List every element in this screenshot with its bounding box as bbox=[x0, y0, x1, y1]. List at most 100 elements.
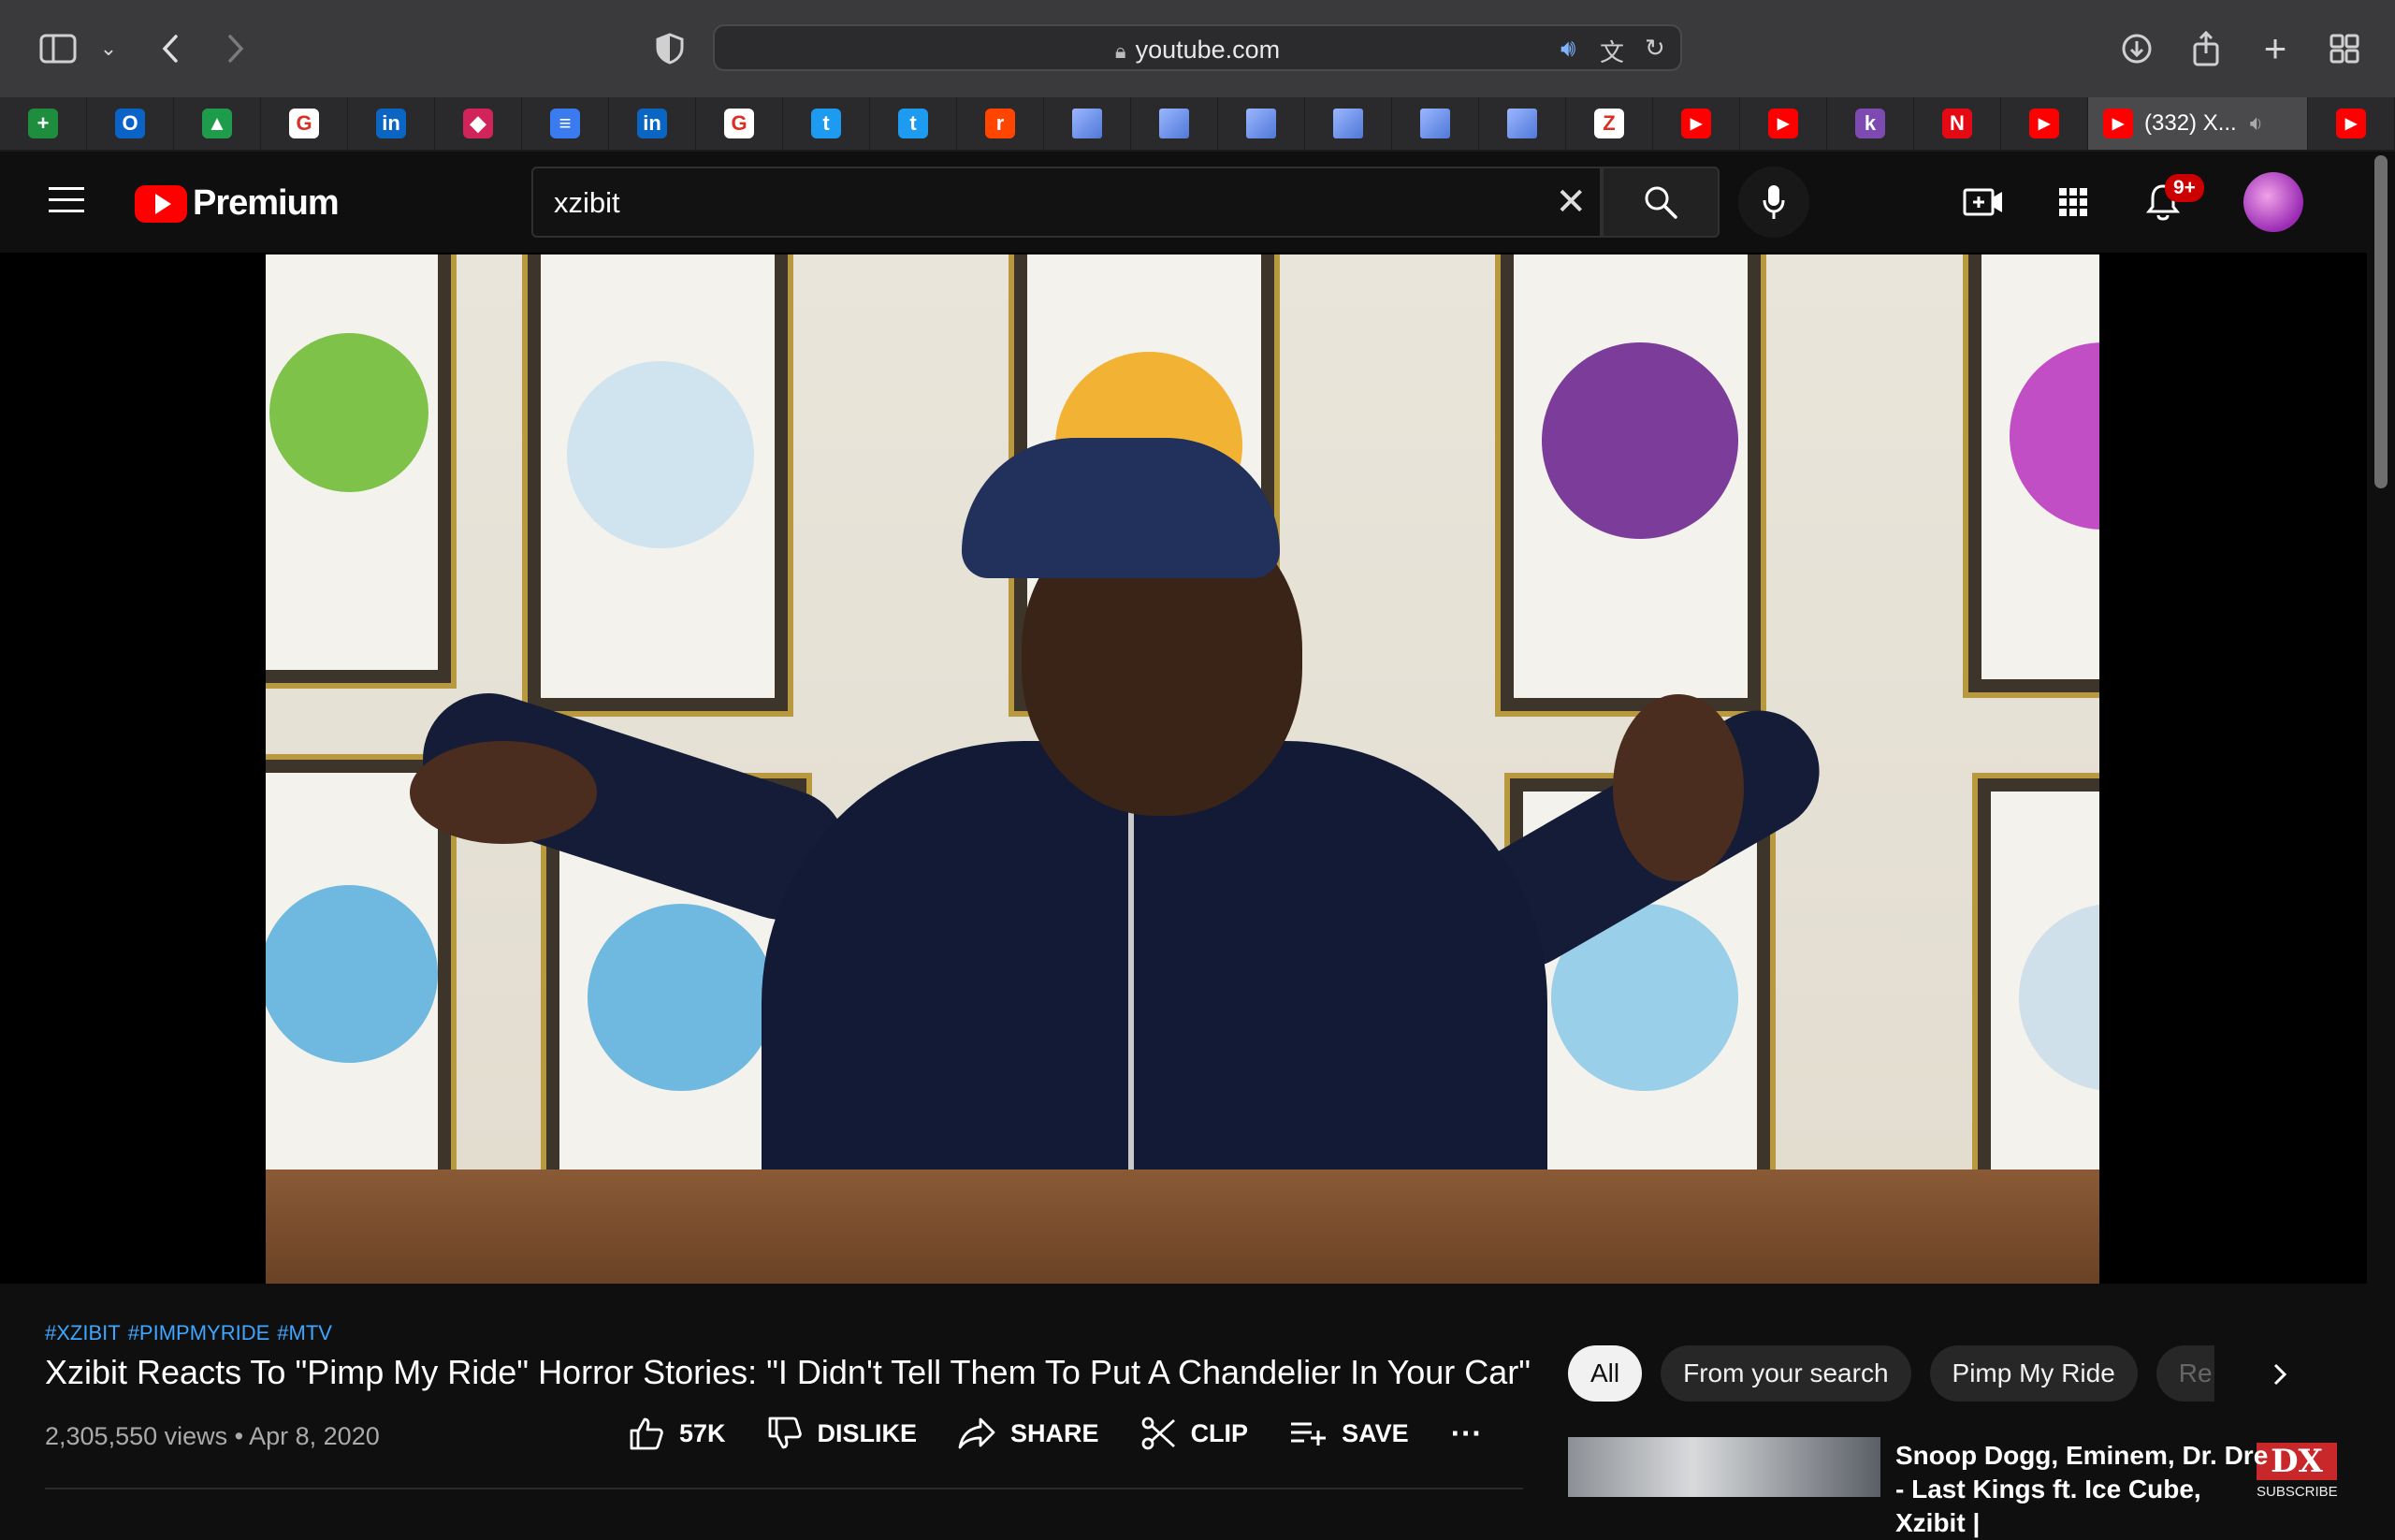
hashtag-link[interactable]: #PIMPMYRIDE bbox=[128, 1321, 270, 1344]
page-scrollbar[interactable] bbox=[2367, 152, 2395, 1497]
youtube-logo-icon bbox=[135, 184, 187, 223]
search-button[interactable] bbox=[1602, 167, 1720, 238]
youtube-premium-logo[interactable]: Premium bbox=[135, 183, 340, 224]
sidebar-toggle-icon[interactable] bbox=[34, 24, 82, 73]
chip-pimp-my-ride[interactable]: Pimp My Ride bbox=[1929, 1345, 2138, 1402]
video-frame[interactable] bbox=[266, 254, 2099, 1284]
video-subject bbox=[1128, 806, 1134, 1171]
notification-badge: 9+ bbox=[2165, 174, 2204, 202]
wall-art bbox=[266, 254, 457, 689]
tab-generic-page[interactable] bbox=[1218, 97, 1305, 150]
dislike-button[interactable]: DISLIKE bbox=[767, 1416, 918, 1451]
tab-generic-page[interactable] bbox=[1131, 97, 1218, 150]
tab-linkedin[interactable]: in bbox=[348, 97, 435, 150]
avatar[interactable] bbox=[2243, 172, 2303, 232]
generic-page-icon bbox=[1420, 109, 1450, 138]
tab-google-docs[interactable]: ≡ bbox=[522, 97, 609, 150]
wall-art bbox=[1963, 254, 2099, 698]
tab-google-sheets[interactable]: + bbox=[0, 97, 87, 150]
back-icon[interactable] bbox=[146, 24, 195, 73]
tab-generic-page[interactable] bbox=[1479, 97, 1566, 150]
chip-related[interactable]: Re bbox=[2156, 1345, 2214, 1402]
linkedin-icon: in bbox=[637, 109, 667, 138]
clear-search-icon[interactable]: ✕ bbox=[1555, 183, 1587, 221]
microphone-icon bbox=[1763, 185, 1785, 219]
tab-generic-page[interactable] bbox=[1392, 97, 1479, 150]
search-icon bbox=[1645, 186, 1677, 219]
tab-google[interactable]: G bbox=[696, 97, 783, 150]
tab-generic-page[interactable] bbox=[1305, 97, 1392, 150]
tab-label: (332) X... bbox=[2144, 110, 2237, 136]
video-title: Xzibit Reacts To "Pimp My Ride" Horror S… bbox=[45, 1353, 1531, 1391]
chip-from-your-search[interactable]: From your search bbox=[1661, 1345, 1911, 1402]
tab-strip: + O ▲ Gin ◆ ≡ in Gt t r Z ▶ ▶ k N ▶ ▶ (332) X... 🔉︎ ▶ bbox=[0, 97, 2395, 152]
menu-icon[interactable] bbox=[49, 187, 84, 221]
chevron-down-icon[interactable]: ⌄ bbox=[84, 24, 133, 73]
scrollbar-thumb[interactable] bbox=[2374, 155, 2388, 488]
tab-active-youtube[interactable]: ▶ (332) X... 🔉︎ bbox=[2088, 97, 2308, 150]
video-player[interactable]: DX SUBSCRIBE bbox=[0, 253, 2367, 1500]
privacy-shield-icon[interactable] bbox=[646, 24, 694, 73]
chevron-right-icon[interactable] bbox=[2258, 1353, 2301, 1396]
audio-playing-icon[interactable]: 🔊︎ bbox=[1560, 34, 1575, 64]
video-subject bbox=[1613, 694, 1744, 881]
twitter-icon: t bbox=[811, 109, 841, 138]
apps-grid-icon[interactable] bbox=[2049, 178, 2097, 226]
recommendation-thumbnail[interactable] bbox=[1568, 1437, 1880, 1497]
tab-reddit[interactable]: r bbox=[957, 97, 1044, 150]
reload-icon[interactable]: ↻ bbox=[1645, 34, 1665, 63]
tab-app[interactable]: k bbox=[1827, 97, 1914, 150]
hashtag-link[interactable]: #MTV bbox=[277, 1321, 332, 1344]
hashtags: #XZIBIT #PIMPMYRIDE #MTV bbox=[45, 1321, 340, 1345]
wall-art bbox=[522, 254, 793, 717]
tab-generic-page[interactable] bbox=[1044, 97, 1131, 150]
more-actions-icon[interactable]: ⋯ bbox=[1450, 1415, 1482, 1452]
google-sheets-icon: + bbox=[28, 109, 58, 138]
generic-page-icon bbox=[1159, 109, 1189, 138]
new-tab-icon[interactable]: + bbox=[2251, 24, 2300, 73]
share-arrow-icon bbox=[958, 1417, 995, 1449]
search-input[interactable] bbox=[552, 182, 1473, 225]
bookmark-app-icon: ◆ bbox=[463, 109, 493, 138]
address-bar[interactable]: 🔒︎ youtube.com 🔊︎ 文 ↻ bbox=[713, 24, 1682, 71]
save-button[interactable]: SAVE bbox=[1289, 1419, 1409, 1448]
divider bbox=[45, 1488, 1523, 1489]
wall-art bbox=[1495, 254, 1766, 717]
clip-button[interactable]: CLIP bbox=[1140, 1416, 1248, 1451]
tab-linkedin[interactable]: in bbox=[609, 97, 696, 150]
share-label: SHARE bbox=[1010, 1418, 1099, 1447]
tab-overview-icon[interactable] bbox=[2320, 24, 2369, 73]
tab-youtube[interactable]: ▶ bbox=[2308, 97, 2395, 150]
dislike-label: DISLIKE bbox=[817, 1418, 918, 1447]
tab-google[interactable]: G bbox=[261, 97, 348, 150]
like-button[interactable]: 57K bbox=[629, 1416, 726, 1451]
downloads-icon[interactable] bbox=[2112, 24, 2161, 73]
lock-icon: 🔒︎ bbox=[1114, 39, 1126, 63]
recommendation-title[interactable]: Snoop Dogg, Eminem, Dr. Dre - Last Kings… bbox=[1895, 1439, 2270, 1540]
create-video-icon[interactable] bbox=[1959, 178, 2008, 226]
video-subject bbox=[962, 438, 1280, 578]
tab-outlook[interactable]: O bbox=[87, 97, 174, 150]
tab-youtube[interactable]: ▶ bbox=[1740, 97, 1827, 150]
voice-search-button[interactable] bbox=[1738, 167, 1809, 238]
youtube-icon: ▶ bbox=[2103, 109, 2133, 138]
tab-youtube[interactable]: ▶ bbox=[2001, 97, 2088, 150]
hashtag-link[interactable]: #XZIBIT bbox=[45, 1321, 121, 1344]
scissors-icon bbox=[1141, 1417, 1175, 1450]
forward-icon[interactable] bbox=[211, 24, 260, 73]
chip-all[interactable]: All bbox=[1568, 1345, 1643, 1402]
reddit-icon: r bbox=[985, 109, 1015, 138]
tab-netflix[interactable]: N bbox=[1914, 97, 2001, 150]
speaker-icon[interactable]: 🔉︎ bbox=[2250, 111, 2263, 136]
youtube-icon: ▶ bbox=[1681, 109, 1711, 138]
share-button[interactable]: SHARE bbox=[958, 1417, 1099, 1450]
tab-zotero[interactable]: Z bbox=[1566, 97, 1653, 150]
video-meta: 2,305,550 views • Apr 8, 2020 bbox=[45, 1422, 380, 1451]
tab-twitter[interactable]: t bbox=[870, 97, 957, 150]
tab-google-classroom[interactable]: ▲ bbox=[174, 97, 261, 150]
tab-youtube[interactable]: ▶ bbox=[1653, 97, 1740, 150]
tab-bookmark-app[interactable]: ◆ bbox=[435, 97, 522, 150]
share-icon[interactable] bbox=[2182, 24, 2230, 73]
tab-twitter[interactable]: t bbox=[783, 97, 870, 150]
translate-icon[interactable]: 文 bbox=[1600, 34, 1624, 68]
